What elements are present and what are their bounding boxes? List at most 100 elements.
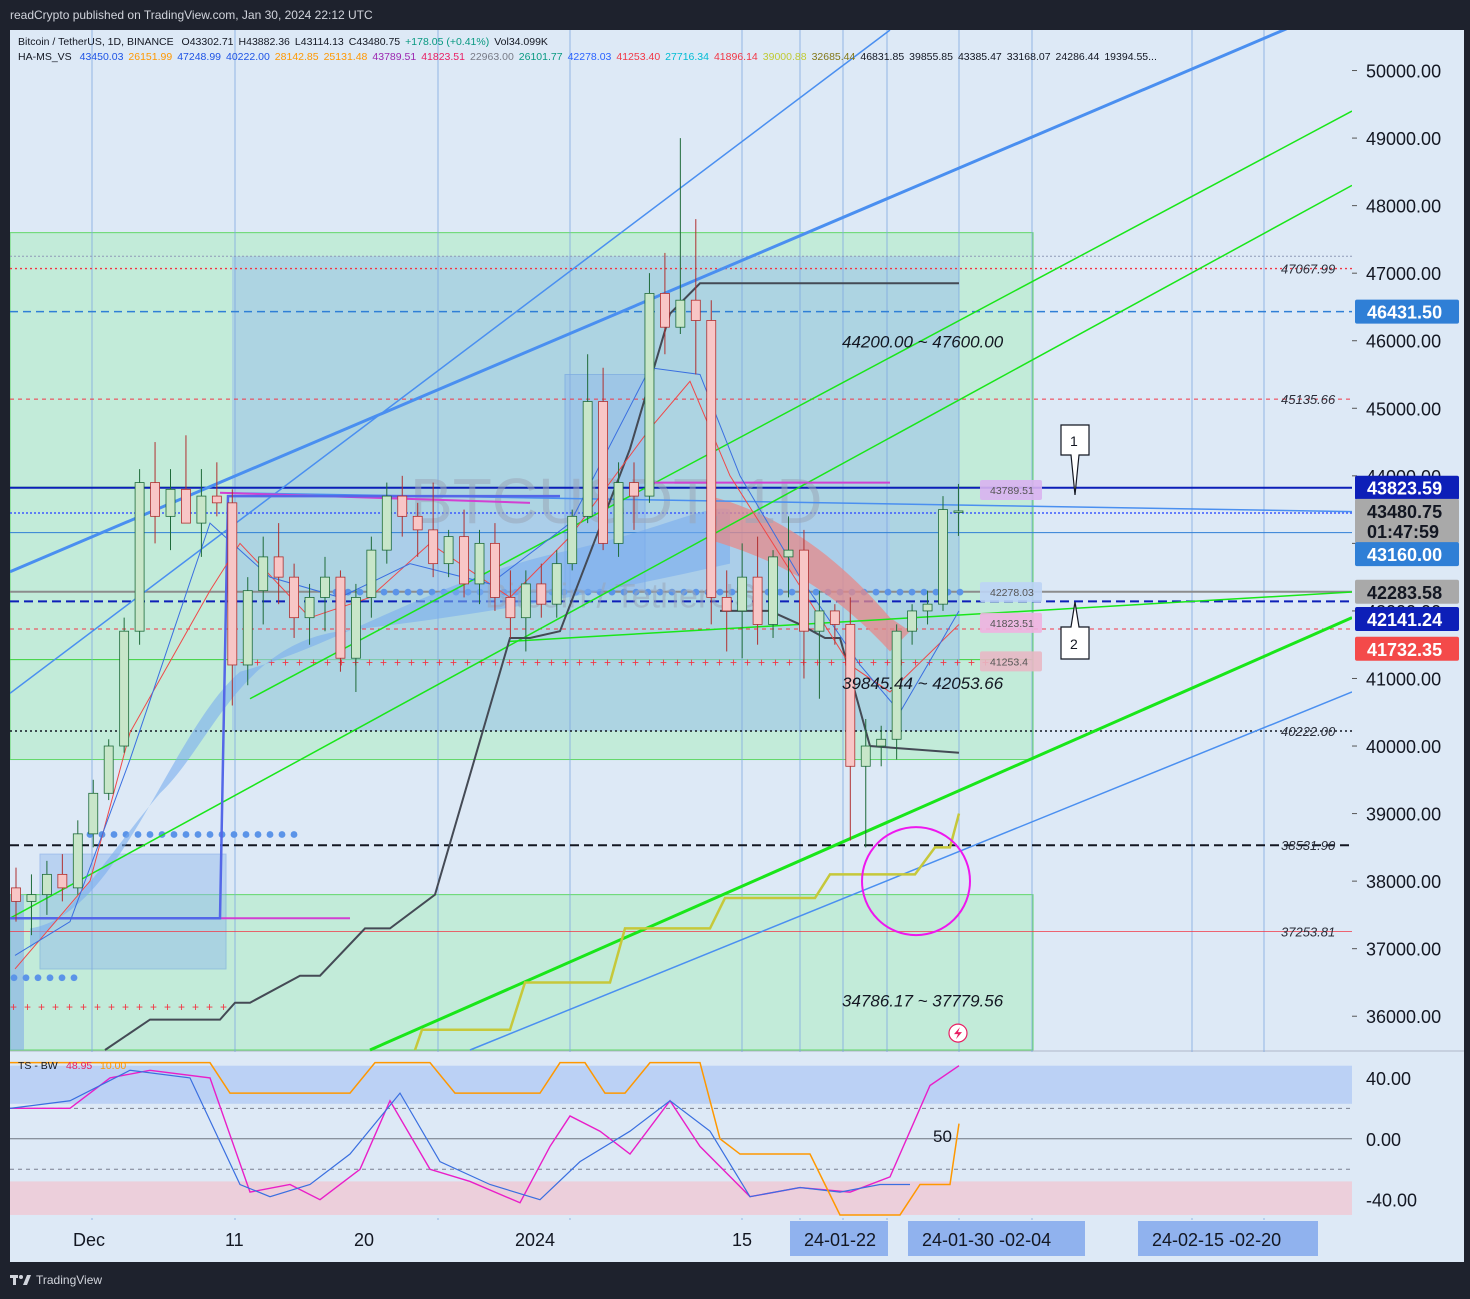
dot-marker — [22, 974, 30, 982]
dot-marker — [110, 831, 118, 838]
cross-marker: + — [674, 655, 681, 669]
cross-marker: + — [10, 1000, 17, 1014]
candle-body — [737, 576, 748, 612]
level-value-label: 40222.00 — [1281, 724, 1336, 739]
time-axis-label: Dec — [73, 1230, 105, 1250]
candle-body — [242, 590, 253, 666]
cross-marker: + — [178, 1000, 185, 1014]
candle-body — [953, 510, 964, 513]
candle-body — [490, 542, 500, 598]
candle-body — [520, 583, 531, 619]
candle-body — [814, 610, 825, 632]
dot-marker — [230, 831, 238, 838]
price-tag-label: 01:47:59 — [1367, 522, 1439, 542]
legend-indicator-value: 27716.34 — [665, 51, 709, 63]
price-tick-label: 48000.00 — [1366, 197, 1441, 217]
chart-canvas[interactable]: + + + + + + + + + + + + + + + + + + + + + + + + + + + + + + + + + + + + + + + +… — [10, 30, 1464, 1262]
price-tick-label: 37000.00 — [1366, 940, 1441, 960]
chart-container[interactable]: + + + + + + + + + + + + + + + + + + + + + + + + + + + + + + + + + + + + + + + +… — [10, 30, 1464, 1262]
candle-body — [350, 597, 361, 659]
candle-body — [134, 482, 145, 632]
level-value-label: 37253.81 — [1281, 925, 1335, 940]
cross-marker: + — [702, 655, 709, 669]
price-tick-label: 50000.00 — [1366, 62, 1441, 82]
candle-body — [660, 293, 670, 328]
dot-marker — [290, 831, 298, 838]
cross-marker: + — [730, 655, 737, 669]
dot-marker — [278, 831, 286, 838]
candle-body — [644, 293, 655, 497]
cross-marker: + — [164, 1000, 171, 1014]
cross-marker: + — [884, 655, 891, 669]
cross-marker: + — [436, 655, 443, 669]
legend-symbol-row: Bitcoin / TetherUS, 1D, BINANCE O43302.7… — [18, 35, 1162, 50]
time-axis-label: 2024 — [515, 1230, 555, 1250]
legend-indicator-value: 39855.85 — [909, 51, 953, 63]
tradingview-logo-icon — [10, 1275, 31, 1285]
candle-body — [412, 515, 423, 531]
publisher-text: readCrypto published on TradingView.com,… — [10, 8, 373, 22]
candle-body — [721, 597, 732, 612]
legend-indicator-row: HA-MS_VS 43450.03 26151.99 47248.99 40222.0… — [18, 50, 1162, 65]
cross-marker: + — [968, 655, 975, 669]
cross-marker: + — [310, 655, 317, 669]
price-tag-label: 43480.75 — [1367, 502, 1442, 522]
cross-marker: + — [38, 1000, 45, 1014]
price-tag-label: 42141.24 — [1367, 610, 1442, 630]
price-tick-label: 38000.00 — [1366, 872, 1441, 892]
candle-body — [335, 576, 346, 659]
legend-symbol[interactable]: Bitcoin / TetherUS, 1D, BINANCE — [18, 36, 174, 48]
tradingview-logo[interactable]: TradingView — [10, 1273, 102, 1287]
cross-marker: + — [548, 655, 555, 669]
cross-marker: + — [108, 1000, 115, 1014]
legend-indicator-name[interactable]: HA-MS_VS — [18, 51, 72, 63]
candle-body — [42, 873, 52, 896]
candle-body — [582, 401, 593, 517]
legend-indicator-value: 43789.51 — [372, 51, 417, 63]
price-tick-label: 40000.00 — [1366, 737, 1441, 757]
legend-indicator-value: 33168.07 — [1006, 51, 1051, 63]
price-tick-label: 45000.00 — [1366, 399, 1441, 419]
legend-indicator-value: 41253.40 — [616, 51, 661, 63]
dot-marker — [242, 831, 250, 838]
candle-body — [536, 583, 547, 605]
cross-marker: + — [136, 1000, 143, 1014]
legend-indicator-value: 26151.99 — [128, 51, 173, 63]
cross-marker: + — [450, 655, 457, 669]
legend-indicator-value: 32685.44 — [811, 51, 856, 63]
legend-indicator-value: 22963.00 — [469, 51, 514, 63]
dot-marker — [356, 588, 364, 596]
candle-body — [907, 610, 917, 632]
candle-body — [72, 833, 83, 889]
candle-body — [629, 482, 639, 497]
legend-ohlc-value: Vol34.099K — [494, 36, 548, 48]
footer: TradingView — [0, 1266, 1470, 1299]
dot-marker — [34, 974, 42, 982]
level-value-label: 38531.90 — [1281, 838, 1336, 853]
osc-legend-value: 48.95 — [66, 1060, 92, 1072]
price-tag-label: 46431.50 — [1367, 303, 1442, 323]
osc-overbought-band — [10, 1065, 1352, 1104]
cross-marker: + — [520, 655, 527, 669]
candle-body — [211, 495, 222, 504]
cross-marker: + — [660, 655, 667, 669]
value-tag-label: 42278.03 — [990, 587, 1034, 599]
cross-marker: + — [814, 655, 821, 669]
cross-marker: + — [24, 1000, 31, 1014]
level-value-label: 45135.66 — [1281, 392, 1336, 407]
dot-marker — [872, 588, 880, 596]
cross-marker: + — [380, 655, 387, 669]
candle-body — [860, 745, 871, 767]
price-tick-label: 46000.00 — [1366, 332, 1441, 352]
candle-body — [799, 549, 809, 632]
cross-marker: + — [122, 1000, 129, 1014]
candle-body — [443, 536, 454, 565]
dot-marker — [380, 588, 388, 596]
legend-ohlc-value: C43480.75 — [348, 36, 401, 48]
time-axis-label: 15 — [732, 1230, 752, 1250]
candle-body — [150, 482, 160, 517]
candle-body — [227, 502, 238, 666]
cross-marker: + — [604, 655, 611, 669]
legend-indicator-value: 41823.51 — [421, 51, 465, 63]
dot-marker — [206, 831, 214, 838]
